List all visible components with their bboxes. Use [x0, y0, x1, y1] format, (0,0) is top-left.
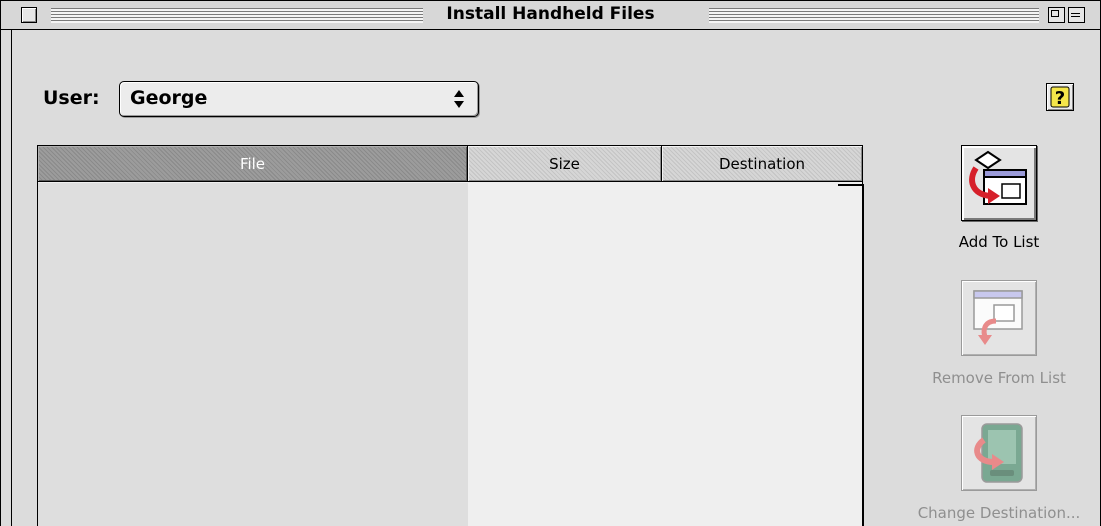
- column-header-file[interactable]: File: [38, 146, 468, 182]
- remove-from-list-label: Remove From List: [932, 369, 1066, 387]
- add-to-list-icon: [969, 150, 1027, 205]
- file-column-area[interactable]: [38, 183, 468, 526]
- popup-arrows-icon: [454, 90, 464, 108]
- help-symbol: ?: [1055, 88, 1065, 109]
- user-popup-value: George: [130, 87, 208, 109]
- file-list[interactable]: File Size Destination: [37, 145, 863, 526]
- size-destination-column-area[interactable]: [468, 183, 862, 526]
- help-icon: ?: [1050, 86, 1070, 109]
- collapse-box-button[interactable]: [1068, 7, 1085, 23]
- user-label: User:: [43, 87, 100, 109]
- change-destination-icon: [974, 423, 1023, 483]
- install-handheld-files-window: Install Handheld Files User: George ? Fi…: [0, 0, 1101, 526]
- column-header-size[interactable]: Size: [468, 146, 662, 182]
- list-scroll-edge-top: [838, 184, 864, 186]
- change-destination-button[interactable]: [961, 415, 1037, 491]
- remove-from-list-button[interactable]: [961, 280, 1037, 356]
- change-destination-label: Change Destination...: [917, 504, 1081, 522]
- add-to-list-button[interactable]: [961, 145, 1037, 221]
- zoom-box-button[interactable]: [1048, 7, 1065, 23]
- remove-from-list-icon: [973, 290, 1023, 345]
- window-title: Install Handheld Files: [440, 4, 661, 24]
- help-button[interactable]: ?: [1046, 83, 1074, 111]
- add-to-list-label: Add To List: [958, 233, 1040, 251]
- title-bar[interactable]: Install Handheld Files: [1, 1, 1100, 30]
- user-popup-menu[interactable]: George: [119, 81, 479, 117]
- window-frame-line: [11, 30, 12, 526]
- list-scroll-edge: [862, 184, 864, 526]
- column-header-destination[interactable]: Destination: [662, 146, 862, 182]
